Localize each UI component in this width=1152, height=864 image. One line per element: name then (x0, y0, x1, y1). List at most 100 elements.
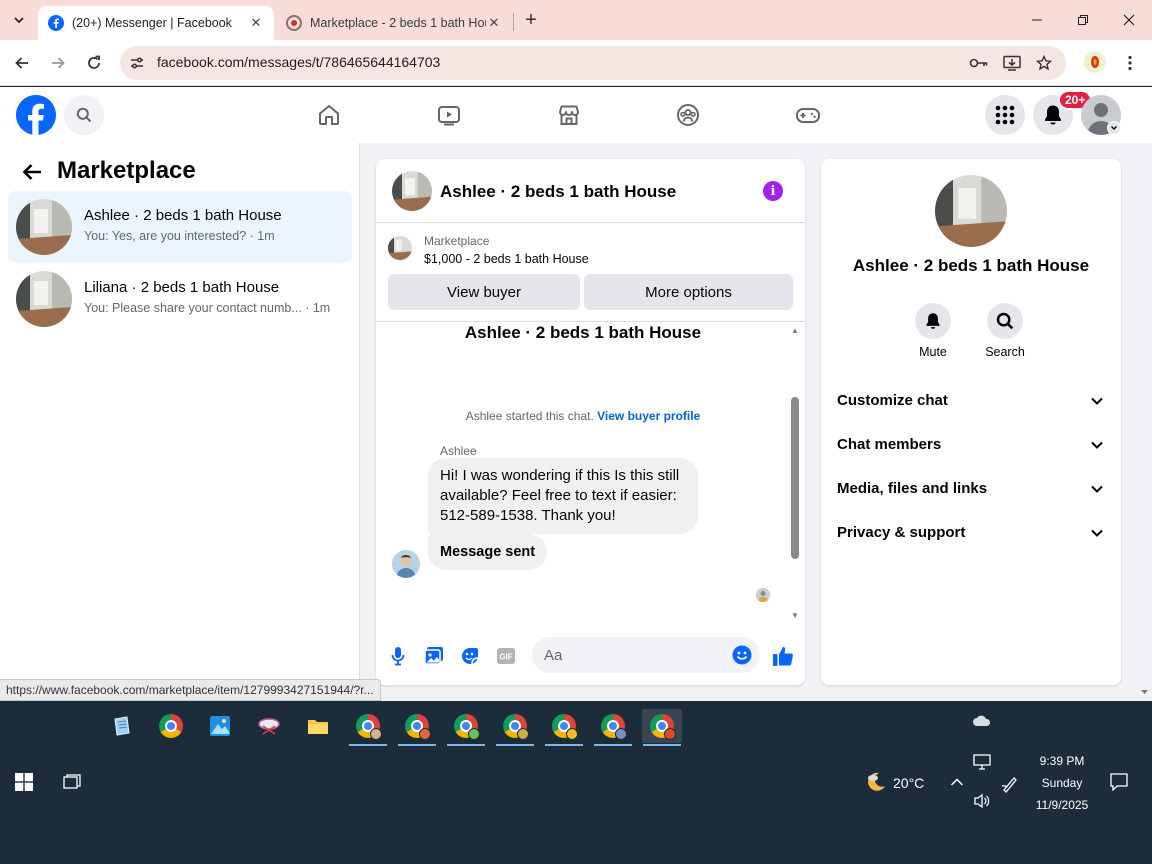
password-key-icon[interactable] (969, 53, 989, 73)
photo-icon[interactable] (422, 644, 446, 668)
message-list[interactable]: Ashlee · 2 beds 1 bath House Ashlee star… (376, 323, 805, 623)
account-menu-chevron[interactable] (1107, 121, 1121, 135)
message-input[interactable] (532, 637, 760, 673)
chat-profile-avatar[interactable] (935, 175, 1007, 247)
clock-time[interactable]: 9:39 PM (1030, 754, 1094, 768)
microphone-icon[interactable] (386, 644, 410, 668)
back-button[interactable] (9, 50, 35, 76)
new-tab-button[interactable]: + (520, 9, 542, 31)
clock-day[interactable]: Sunday (1030, 776, 1094, 790)
network-icon[interactable] (973, 754, 991, 770)
chevron-up-icon[interactable] (950, 777, 964, 787)
arrow-left-icon (22, 164, 41, 180)
taskbar-notes-app[interactable] (102, 709, 142, 743)
grid-menu-icon (995, 105, 1015, 125)
facebook-logo-icon[interactable] (16, 95, 56, 135)
taskbar-chrome-profile-2[interactable] (397, 709, 437, 746)
section-customize-chat[interactable]: Customize chat (821, 379, 1121, 423)
close-tab-icon[interactable]: ✕ (486, 15, 502, 31)
forward-button[interactable] (45, 50, 71, 76)
browser-menu-button[interactable] (1117, 50, 1143, 76)
emoji-icon[interactable] (732, 645, 752, 665)
taskbar-chrome[interactable] (151, 709, 191, 743)
more-options-button[interactable]: More options (584, 274, 793, 310)
browser-toolbar: facebook.com/messages/t/786465644164703 (0, 40, 1152, 86)
nav-marketplace[interactable] (549, 95, 589, 135)
notification-center-icon[interactable] (1110, 773, 1128, 791)
tab-messenger[interactable]: (20+) Messenger | Facebook ✕ (38, 6, 274, 40)
section-media-files-links[interactable]: Media, files and links (821, 467, 1121, 511)
onedrive-cloud-icon[interactable] (972, 715, 992, 727)
conversation-item[interactable]: Ashlee · 2 beds 1 bath House You: Yes, a… (8, 191, 352, 263)
view-buyer-profile-link[interactable]: View buyer profile (597, 409, 700, 423)
tab-search-button[interactable] (6, 7, 32, 33)
clock-date[interactable]: 11/9/2025 (1030, 798, 1094, 812)
nav-gaming[interactable] (788, 95, 828, 135)
listing-thumbnail (16, 199, 72, 255)
restore-button[interactable] (1060, 0, 1106, 40)
taskbar-chrome-profile-7[interactable] (642, 709, 682, 746)
address-bar[interactable]: facebook.com/messages/t/786465644164703 (120, 46, 1066, 80)
taskbar-chrome-profile-3[interactable] (446, 709, 486, 746)
sticker-icon[interactable] (458, 644, 482, 668)
profile-icon (1091, 56, 1099, 68)
pen-icon[interactable] (1001, 775, 1019, 793)
scroll-up-arrow-icon[interactable]: ▲ (791, 326, 799, 335)
scroll-down-arrow-icon[interactable]: ▼ (791, 611, 799, 620)
message-bubble[interactable]: Message sent (428, 534, 548, 570)
like-thumb-icon[interactable] (771, 644, 795, 668)
section-chat-members[interactable]: Chat members (821, 423, 1121, 467)
volume-icon[interactable] (973, 793, 991, 809)
start-button[interactable] (4, 765, 44, 799)
chat-avatar[interactable] (392, 171, 432, 211)
site-settings-icon[interactable] (127, 53, 147, 73)
minimize-button[interactable] (1014, 0, 1060, 40)
search-in-chat-button[interactable]: Search (975, 303, 1035, 359)
menu-grid-button[interactable] (985, 95, 1025, 135)
taskbar-snipping-tool[interactable] (249, 709, 289, 743)
windows-taskbar: 20°C 9:39 PM Sunday 11/9/2025 (0, 701, 1152, 864)
taskbar-chrome-profile-6[interactable] (593, 709, 633, 746)
profile-badge-icon (566, 728, 578, 740)
message-bubble[interactable]: Hi! I was wondering if this Is this stil… (428, 458, 698, 534)
install-app-icon[interactable] (1002, 53, 1022, 73)
info-icon[interactable]: i (763, 181, 783, 201)
back-button[interactable] (20, 160, 44, 184)
listing-price[interactable]: $1,000 - 2 beds 1 bath House (424, 252, 589, 266)
temperature-text[interactable]: 20°C (893, 775, 924, 791)
taskbar-photos-app[interactable] (200, 709, 240, 743)
bookmark-star-icon[interactable] (1034, 53, 1054, 73)
gif-icon[interactable]: GIF (494, 644, 518, 668)
snipping-tool-icon (258, 718, 280, 735)
taskbar-chrome-profile-5[interactable] (544, 709, 584, 746)
mute-label: Mute (919, 345, 947, 359)
weather-moon-icon[interactable] (864, 770, 888, 794)
started-text: Ashlee started this chat. (465, 409, 594, 423)
chat-title[interactable]: Ashlee · 2 beds 1 bath House (440, 182, 676, 202)
view-buyer-button[interactable]: View buyer (388, 274, 580, 310)
tab-marketplace[interactable]: Marketplace - 2 beds 1 bath House ✕ (276, 6, 512, 40)
reload-button[interactable] (81, 50, 107, 76)
profile-avatar-button[interactable] (1084, 51, 1106, 73)
chat-details-panel: Ashlee · 2 beds 1 bath House Mute Search… (821, 159, 1121, 685)
scrollbar-thumb[interactable] (791, 397, 799, 559)
scroll-down-arrow-icon[interactable] (1137, 687, 1152, 697)
nav-home[interactable] (309, 95, 349, 135)
arrow-left-icon (15, 57, 28, 69)
nav-groups[interactable] (668, 95, 708, 135)
message-composer: GIF (376, 629, 805, 685)
conversation-item[interactable]: Liliana · 2 beds 1 bath House You: Pleas… (8, 263, 352, 335)
sender-avatar[interactable] (392, 550, 420, 578)
nav-watch[interactable] (429, 95, 469, 135)
mute-button[interactable]: Mute (903, 303, 963, 359)
taskbar-file-explorer[interactable] (298, 709, 338, 743)
taskbar-chrome-profile-1[interactable] (348, 709, 388, 746)
section-privacy-support[interactable]: Privacy & support (821, 511, 1121, 555)
page-scrollbar[interactable] (1137, 143, 1152, 701)
taskbar-chrome-profile-4[interactable] (495, 709, 535, 746)
task-view-button[interactable] (52, 765, 92, 799)
close-tab-icon[interactable]: ✕ (248, 15, 264, 31)
listing-thumbnail[interactable] (388, 236, 412, 260)
close-window-button[interactable] (1106, 0, 1152, 40)
facebook-search-button[interactable] (64, 95, 104, 135)
